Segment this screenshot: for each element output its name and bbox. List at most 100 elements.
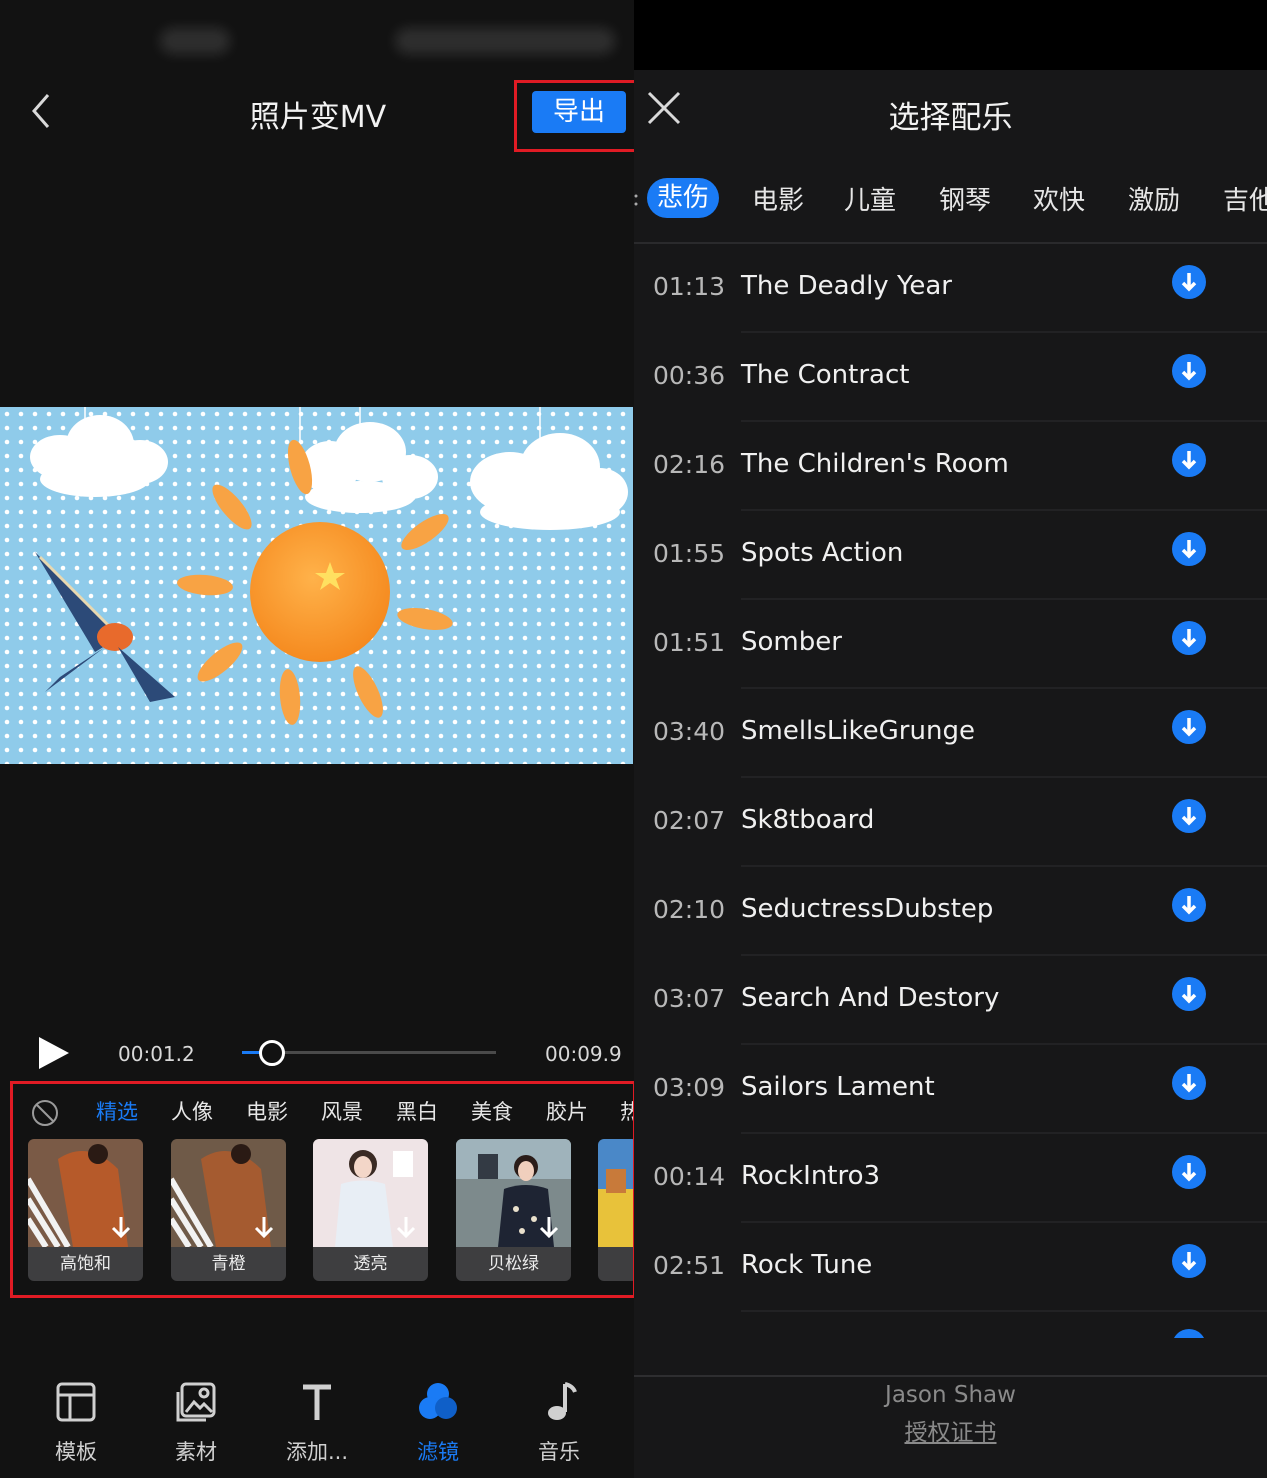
song-name: Search And Destory [741,983,1000,1013]
nav-label: 素材 [175,1440,217,1464]
category-kids[interactable]: 儿童 [844,180,896,217]
category-sad[interactable]: 悲伤 [647,178,720,218]
song-duration: 01:55 [653,539,726,568]
song-row[interactable]: 03:09 Sailors Lament [634,1045,1267,1134]
download-icon [254,1217,274,1239]
filter-tab-featured[interactable]: 精选 [96,1096,138,1126]
song-row[interactable]: 01:55 Spots Action [634,511,1267,600]
song-row[interactable]: 03:40 SmellsLikeGrunge [634,689,1267,778]
song-row[interactable]: 02:10 SeductressDubstep [634,867,1267,956]
download-icon[interactable] [1171,531,1207,567]
filter-label: 高饱和 [28,1247,143,1281]
song-row[interactable]: 01:13 The Deadly Year [634,244,1267,333]
filter-tab-movie[interactable]: 电影 [246,1096,288,1126]
song-duration: 02:07 [653,806,726,835]
play-button[interactable] [36,1036,72,1070]
no-filter-button[interactable] [30,1098,60,1128]
filter-tab-scenery[interactable]: 风景 [321,1096,363,1126]
category-movie[interactable]: 电影 [752,180,804,217]
filter-card[interactable]: 贝松绿 [456,1139,571,1281]
nav-music[interactable]: 音乐 [509,1370,609,1470]
nav-template[interactable]: 模板 [26,1370,126,1470]
progress-slider[interactable] [242,1040,496,1066]
current-time: 00:01.2 [118,1042,195,1066]
filter-tab-film[interactable]: 胶片 [546,1096,588,1126]
video-preview [0,407,633,764]
text-icon [303,1384,331,1420]
download-icon[interactable] [1171,1065,1207,1101]
progress-thumb[interactable] [259,1040,285,1066]
playback-bar: 00:01.2 00:09.9 [0,1030,634,1076]
download-icon [539,1217,559,1239]
download-icon[interactable] [1171,442,1207,478]
download-icon[interactable] [1171,1154,1207,1190]
category-inspire[interactable]: 激励 [1128,180,1180,217]
song-name: The Contract [741,360,910,390]
license-certificate-link[interactable]: 授权证书 [634,1413,1267,1447]
song-duration: 02:51 [653,1251,726,1280]
ban-icon [32,1100,58,1126]
filter-icon [419,1383,457,1419]
filter-tab-hot[interactable]: 热 [620,1096,633,1126]
song-row[interactable]: 00:14 RockIntro3 [634,1134,1267,1223]
filter-tab-portrait[interactable]: 人像 [171,1096,213,1126]
download-icon[interactable] [1171,798,1207,834]
export-button[interactable]: 导出 [532,91,626,133]
status-blur-left [160,28,230,54]
song-row[interactable]: 00:36 The Contract [634,333,1267,422]
song-row[interactable]: 03:07 Search And Destory [634,956,1267,1045]
nav-media[interactable]: 素材 [146,1370,246,1470]
total-time: 00:09.9 [545,1042,622,1066]
music-footer: Jason Shaw 授权证书 [634,1375,1267,1478]
page-title: 照片变MV [249,100,387,135]
bottom-nav: 模板 素材 添加... 滤镜 音乐 [0,1370,634,1478]
music-title: 选择配乐 [888,100,1013,136]
editor-panel: 照片变MV 导出 00:01.2 00:09.9 精选 人像 电影 风景 黑白 … [0,0,634,1478]
nav-label: 模板 [55,1440,97,1464]
song-name: Rock Tune [741,1250,873,1280]
filter-card[interactable]: 高饱和 [28,1139,143,1281]
song-name: SmellsLikeGrunge [741,716,975,746]
filter-tab-food[interactable]: 美食 [471,1096,513,1126]
song-duration: 02:10 [653,895,726,924]
song-duration: 03:09 [653,1073,726,1102]
filter-card-partial[interactable] [598,1139,633,1281]
filter-label: 贝松绿 [456,1247,571,1281]
media-icon [176,1382,216,1422]
download-icon[interactable] [1171,976,1207,1012]
download-icon[interactable] [1171,264,1207,300]
overflow-dots-icon [634,194,638,206]
status-blur-right [395,28,615,54]
nav-filter[interactable]: 滤镜 [388,1370,488,1470]
category-happy[interactable]: 欢快 [1033,180,1085,217]
song-name: The Deadly Year [741,271,952,301]
song-duration: 03:40 [653,717,726,746]
download-icon[interactable] [1171,620,1207,656]
download-icon-partial [1174,1329,1204,1338]
download-icon[interactable] [1171,1243,1207,1279]
back-button[interactable] [24,88,64,134]
song-row[interactable]: 01:51 Somber [634,600,1267,689]
category-guitar[interactable]: 吉他 [1223,180,1267,217]
song-row[interactable]: 02:51 Rock Tune [634,1223,1267,1312]
play-icon [39,1037,69,1069]
song-row[interactable]: 02:16 The Children's Room [634,422,1267,511]
category-piano[interactable]: 钢琴 [939,180,991,217]
music-note-icon [548,1382,577,1420]
filter-card[interactable]: 青橙 [171,1139,286,1281]
song-row[interactable]: 02:07 Sk8tboard [634,778,1267,867]
filter-card[interactable]: 透亮 [313,1139,428,1281]
template-icon [56,1382,96,1422]
filter-label: 透亮 [313,1247,428,1281]
nav-add-text[interactable]: 添加... [267,1370,367,1470]
song-duration: 02:16 [653,450,726,479]
download-icon[interactable] [1171,709,1207,745]
filter-tab-bw[interactable]: 黑白 [396,1096,438,1126]
status-bar [634,0,1267,70]
song-name: RockIntro3 [741,1161,881,1191]
song-name: SeductressDubstep [741,894,994,924]
filter-thumbnail [598,1139,633,1247]
download-icon[interactable] [1171,887,1207,923]
song-name: Spots Action [741,538,904,568]
download-icon[interactable] [1171,353,1207,389]
